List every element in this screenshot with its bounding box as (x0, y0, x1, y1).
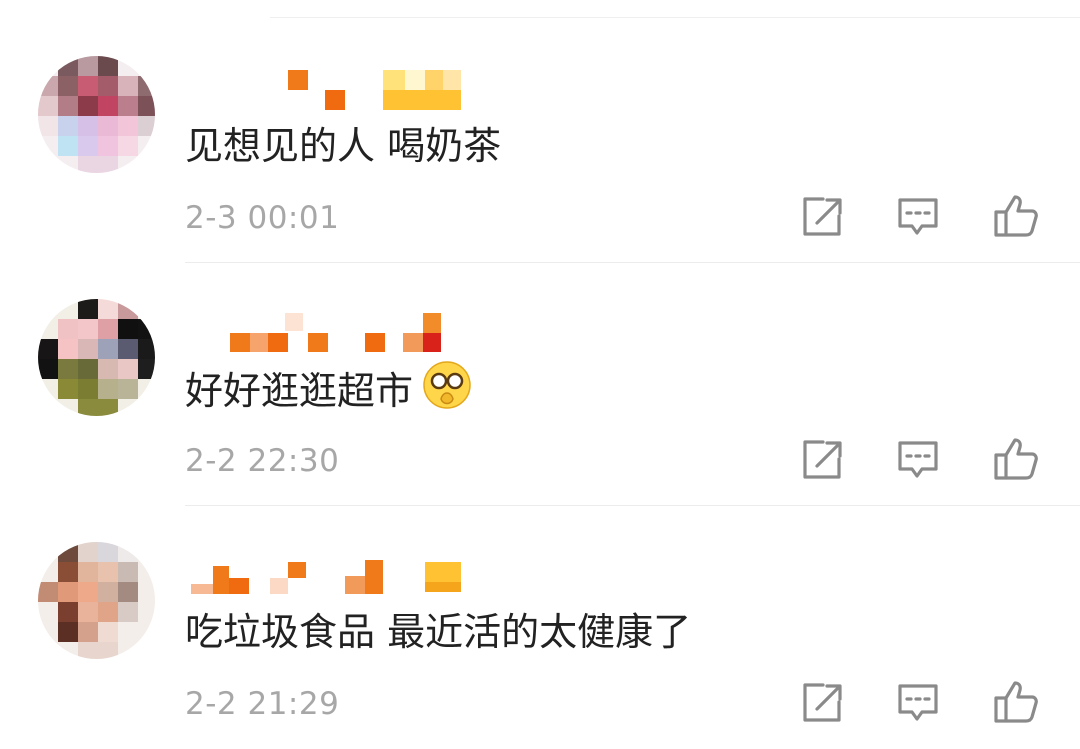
avatar[interactable] (38, 542, 155, 659)
thumbs-up-icon[interactable] (990, 676, 1042, 728)
comment-icon[interactable] (892, 190, 944, 242)
thumbs-up-icon[interactable] (990, 190, 1042, 242)
avatar[interactable] (38, 56, 155, 173)
thumbs-up-icon[interactable] (990, 433, 1042, 485)
comment-item: 吃垃圾食品 最近活的太健康了 2-2 21:29 (0, 506, 1080, 749)
top-divider (270, 17, 1080, 18)
share-icon[interactable] (795, 676, 847, 728)
comment-timestamp: 2-3 00:01 (185, 200, 340, 236)
comment-text: 好好逛逛超市 (185, 361, 473, 422)
comment-item: 好好逛逛超市 2-2 22:30 (0, 263, 1080, 506)
share-icon[interactable] (795, 433, 847, 485)
comment-item: 见想见的人 喝奶茶 2-3 00:01 (0, 20, 1080, 263)
comment-text: 吃垃圾食品 最近活的太健康了 (185, 610, 692, 654)
facepalm-emoji-icon (421, 359, 473, 422)
avatar[interactable] (38, 299, 155, 416)
comment-text: 见想见的人 喝奶茶 (185, 124, 502, 168)
comment-timestamp: 2-2 21:29 (185, 686, 340, 722)
share-icon[interactable] (795, 190, 847, 242)
comment-icon[interactable] (892, 676, 944, 728)
username-redacted[interactable] (185, 313, 485, 358)
comment-timestamp: 2-2 22:30 (185, 443, 340, 479)
comment-icon[interactable] (892, 433, 944, 485)
username-redacted[interactable] (185, 70, 485, 115)
username-redacted[interactable] (185, 556, 485, 601)
